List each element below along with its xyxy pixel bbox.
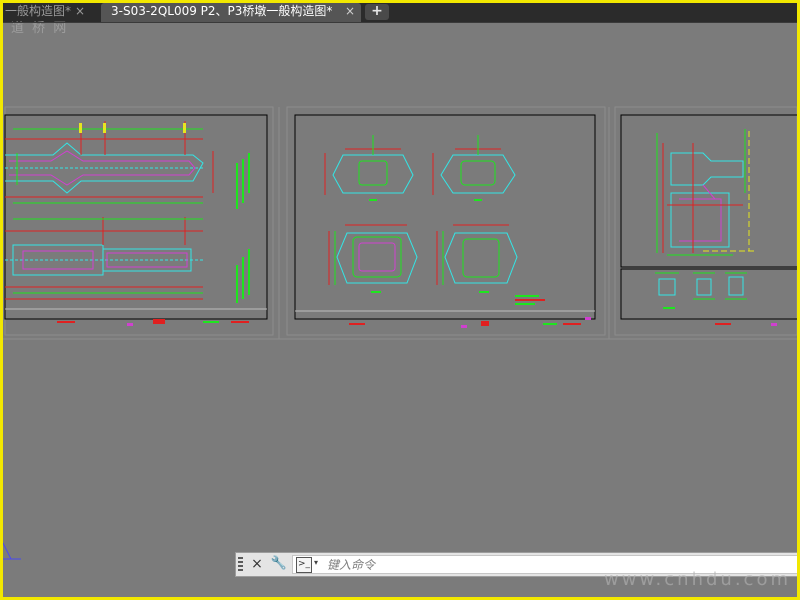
site-watermark-url: www.cnhdu.com (604, 569, 791, 590)
sheet-outlines (3, 106, 797, 340)
close-icon[interactable]: × (248, 555, 266, 573)
wrench-icon[interactable]: 🔧 (270, 555, 288, 573)
command-prompt-icon[interactable]: >_ (296, 557, 312, 573)
ucs-icon (3, 542, 21, 560)
autocad-window: 一般构造图* × 3-S03-2QL009 P2、P3桥墩一般构造图* × + 道… (3, 3, 797, 597)
sheet-3-detail[interactable] (620, 114, 797, 326)
chevron-down-icon[interactable]: ▾ (314, 558, 318, 567)
sheet-2-cross-sections[interactable] (294, 114, 596, 328)
model-space-canvas[interactable] (3, 3, 797, 597)
drag-grip-icon[interactable] (238, 557, 243, 572)
sheet-1-pier-elevation[interactable] (4, 114, 268, 326)
